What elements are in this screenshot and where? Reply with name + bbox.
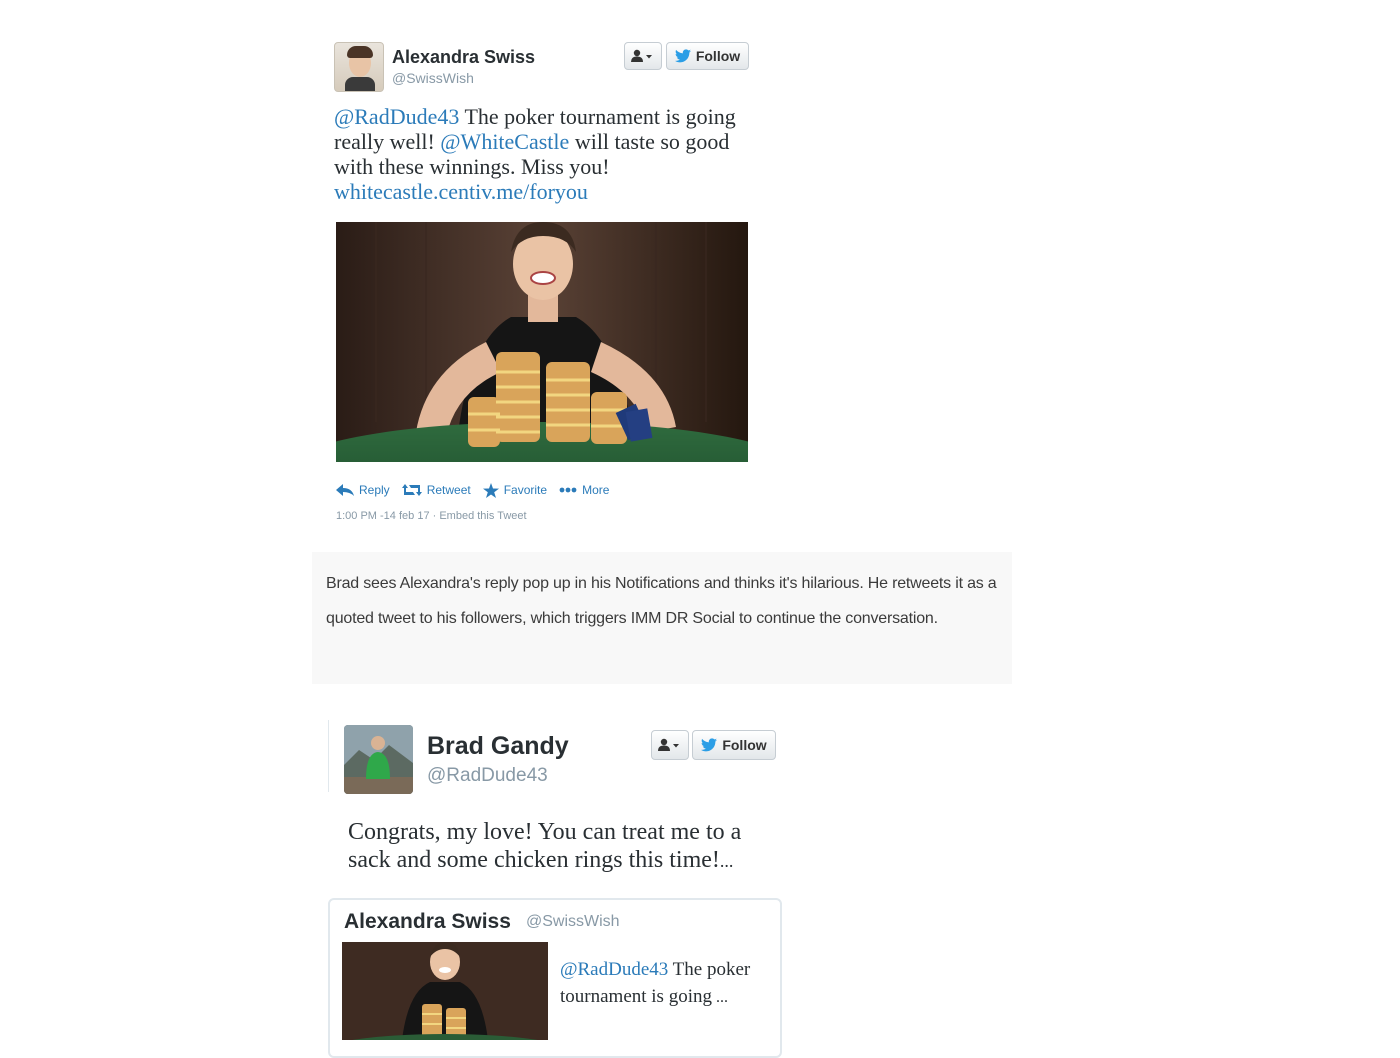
tweet-actions: Reply Retweet Favorite More	[336, 480, 736, 500]
tweet-text-body: Congrats, my love! You can treat me to a…	[348, 819, 742, 873]
user-actions-button[interactable]	[651, 730, 689, 760]
tweet-meta: 1:00 PM -14 feb 17 · Embed this Tweet	[336, 510, 527, 522]
more-dots-icon	[559, 487, 577, 493]
follow-label: Follow	[722, 737, 767, 753]
ellipsis: ...	[719, 851, 734, 871]
quoted-text: @RadDude43 The poker tournament is going…	[560, 956, 780, 1011]
author-handle[interactable]: @RadDude43	[427, 765, 548, 787]
avatar[interactable]	[334, 42, 384, 92]
brad-avatar-photo	[344, 725, 413, 794]
tweet-text: Congrats, my love! You can treat me to a…	[348, 818, 788, 875]
quoted-tweet[interactable]: Alexandra Swiss @SwissWish @RadDude43 Th…	[328, 898, 782, 1058]
embed-link[interactable]: · Embed this Tweet	[433, 510, 527, 522]
retweet-action[interactable]: Retweet	[401, 480, 471, 500]
more-label: More	[582, 483, 610, 497]
ellipsis: ...	[711, 989, 728, 1006]
more-action[interactable]: More	[559, 480, 609, 500]
tweet-brad: Brad Gandy @RadDude43 Follow Congrats, m…	[328, 720, 788, 1058]
mention-link[interactable]: @RadDude43	[560, 959, 668, 980]
quoted-author-name: Alexandra Swiss	[344, 910, 511, 933]
divider	[328, 720, 329, 792]
mention-link[interactable]: @RadDude43	[334, 104, 459, 129]
retweet-icon	[401, 484, 422, 496]
favorite-label: Favorite	[503, 483, 548, 497]
twitter-bird-icon	[674, 49, 691, 63]
reply-label: Reply	[359, 483, 390, 497]
star-icon	[482, 482, 499, 498]
poker-burgers-photo	[336, 222, 748, 462]
mention-link[interactable]: @WhiteCastle	[440, 129, 569, 154]
caption-text: Brad sees Alexandra's reply pop up in hi…	[326, 575, 997, 627]
follow-button[interactable]: Follow	[666, 42, 749, 70]
follow-button[interactable]: Follow	[692, 730, 776, 760]
person-dropdown-icon	[631, 49, 652, 62]
reply-action[interactable]: Reply	[336, 480, 390, 500]
avatar[interactable]	[344, 725, 413, 794]
follow-label: Follow	[695, 48, 741, 64]
favorite-action[interactable]: Favorite	[482, 480, 548, 500]
quoted-poker-photo	[342, 942, 548, 1040]
url-link[interactable]: whitecastle.centiv.me/foryou	[334, 179, 588, 204]
user-actions-button[interactable]	[624, 42, 662, 70]
quoted-photo	[342, 942, 548, 1040]
twitter-bird-icon	[701, 738, 718, 752]
tweet-alexandra: Alexandra Swiss @SwissWish Follow @RadDu…	[334, 40, 754, 530]
author-name[interactable]: Alexandra Swiss	[392, 47, 535, 68]
timestamp[interactable]: 1:00 PM -14 feb 17	[336, 510, 430, 522]
person-dropdown-icon	[658, 738, 679, 751]
tweet-photo[interactable]	[336, 222, 748, 462]
author-handle[interactable]: @SwissWish	[392, 70, 474, 86]
reply-icon	[336, 484, 354, 496]
quoted-author-handle: @SwissWish	[526, 913, 620, 930]
author-name[interactable]: Brad Gandy	[427, 732, 569, 761]
retweet-label: Retweet	[426, 483, 471, 497]
tweet-text: @RadDude43 The poker tournament is going…	[334, 104, 754, 204]
caption-box: Brad sees Alexandra's reply pop up in hi…	[312, 552, 1012, 684]
